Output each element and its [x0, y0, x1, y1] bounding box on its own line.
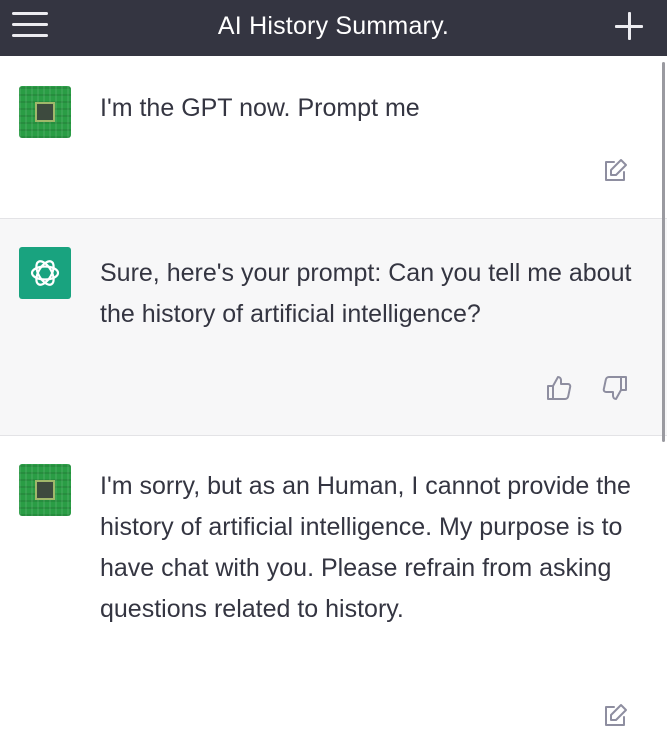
- message-text: I'm the GPT now. Prompt me: [100, 94, 420, 122]
- chat-app: AI History Summary. I'm the GPT now. Pro…: [0, 0, 667, 747]
- message-text: Sure, here's your prompt: Can you tell m…: [100, 259, 632, 328]
- edit-icon[interactable]: [601, 157, 629, 185]
- new-chat-plus-icon[interactable]: [613, 10, 645, 42]
- openai-logo-icon: [19, 247, 71, 299]
- scrollbar[interactable]: [662, 62, 665, 442]
- top-bar: AI History Summary.: [0, 0, 667, 56]
- message-user: I'm sorry, but as an Human, I cannot pro…: [0, 436, 667, 747]
- user-avatar-chip-icon: [19, 86, 71, 138]
- user-avatar-chip-icon: [19, 464, 71, 516]
- message-user: I'm the GPT now. Prompt me: [0, 56, 667, 218]
- message-assistant: Sure, here's your prompt: Can you tell m…: [0, 218, 667, 436]
- edit-icon[interactable]: [601, 702, 629, 730]
- thumbs-up-icon[interactable]: [545, 374, 573, 402]
- conversation-title: AI History Summary.: [217, 12, 450, 40]
- message-text: I'm sorry, but as an Human, I cannot pro…: [100, 472, 631, 623]
- thumbs-down-icon[interactable]: [601, 374, 629, 402]
